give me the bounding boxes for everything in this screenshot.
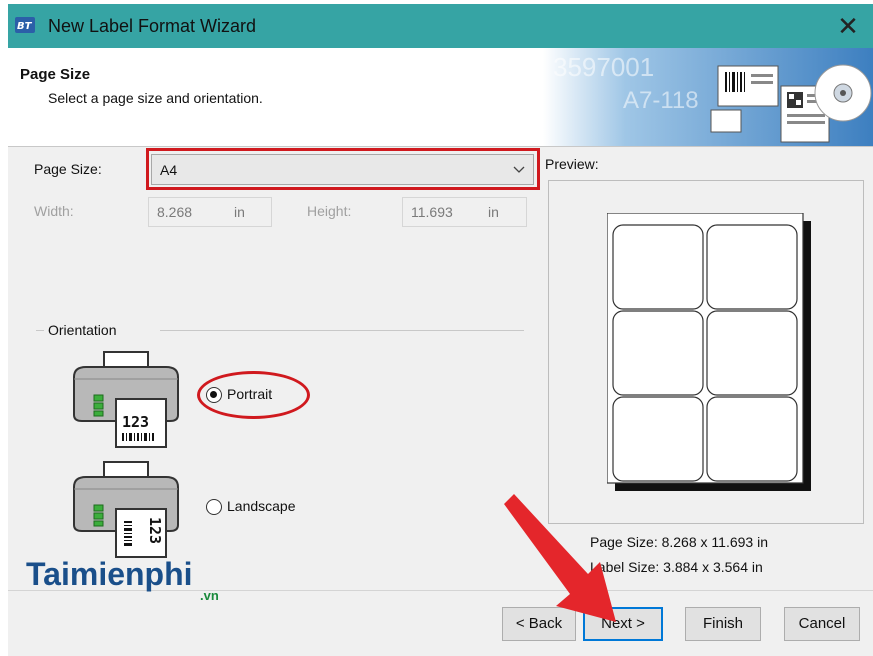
svg-text:3597001: 3597001: [553, 52, 654, 82]
height-label: Height:: [307, 203, 352, 219]
red-arrow-annotation: [504, 494, 616, 622]
portrait-highlight: [197, 371, 310, 419]
watermark-logo: Taimienphi: [26, 556, 193, 592]
watermark-domain: .vn: [200, 588, 219, 603]
width-unit: in: [234, 204, 245, 220]
step-subtitle: Select a page size and orientation.: [48, 90, 263, 106]
page-size-label: Page Size:: [34, 161, 102, 177]
orientation-group-label: Orientation: [48, 322, 117, 338]
landscape-label[interactable]: Landscape: [227, 498, 296, 514]
preview-page: [607, 213, 811, 491]
printer-portrait-icon: 123: [73, 351, 179, 448]
height-unit: in: [488, 204, 499, 220]
app-icon: BT: [15, 17, 35, 33]
orientation-divider-left: [36, 330, 44, 331]
svg-text:123: 123: [146, 517, 164, 544]
wizard-window: BT New Label Format Wizard ✕ Page Size S…: [8, 4, 873, 656]
landscape-radio[interactable]: [206, 499, 222, 515]
barcode-labels-art-icon: 3597001 A7-118: [543, 48, 873, 146]
orientation-divider-right: [160, 330, 524, 331]
width-value: 8.268: [157, 204, 193, 220]
wizard-header: Page Size Select a page size and orienta…: [8, 48, 873, 147]
svg-text:A7-118: A7-118: [623, 87, 699, 114]
window-title: New Label Format Wizard: [48, 16, 257, 36]
preview-panel: [548, 180, 864, 524]
step-title: Page Size: [20, 66, 91, 83]
page-size-highlight: [146, 148, 540, 190]
finish-button[interactable]: Finish: [685, 607, 761, 641]
svg-text:123: 123: [122, 413, 149, 431]
svg-text:BT: BT: [17, 21, 33, 32]
height-field: 11.693 in: [402, 197, 527, 227]
height-value: 11.693: [411, 204, 453, 220]
title-bar: BT New Label Format Wizard ✕: [8, 4, 873, 48]
preview-label: Preview:: [545, 156, 599, 172]
close-icon[interactable]: ✕: [833, 10, 863, 42]
width-label: Width:: [34, 203, 74, 219]
cancel-button[interactable]: Cancel: [784, 607, 860, 641]
width-field: 8.268 in: [148, 197, 272, 227]
printer-landscape-icon: 123: [73, 461, 179, 558]
